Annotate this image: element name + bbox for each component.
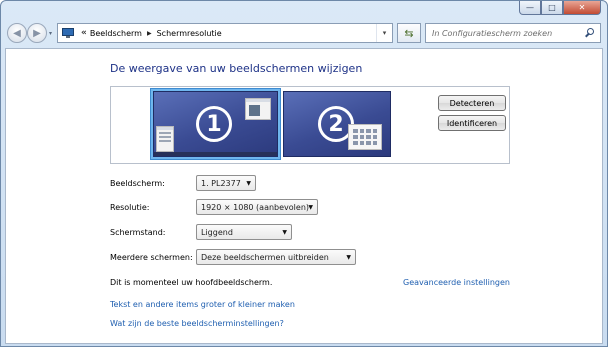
window-thumbnail-icon bbox=[245, 98, 271, 120]
multiple-displays-value: Deze beeldschermen uitbreiden bbox=[201, 252, 329, 262]
minimize-button[interactable]: — bbox=[519, 1, 541, 15]
display-dropdown[interactable]: 1. PL2377 ▼ bbox=[196, 175, 256, 191]
taskbar-thumbnail bbox=[154, 152, 277, 156]
main-display-note: Dit is momenteel uw hoofdbeeldscherm. bbox=[110, 278, 273, 287]
best-display-settings-link[interactable]: Wat zijn de beste beeldscherminstellinge… bbox=[110, 319, 284, 328]
maximize-button[interactable]: □ bbox=[541, 1, 563, 15]
chevron-down-icon: ▼ bbox=[246, 180, 251, 187]
close-button[interactable]: ✕ bbox=[563, 1, 601, 15]
resolution-setting-row: Resolutie: 1920 × 1080 (aanbevolen) ▼ bbox=[110, 199, 318, 215]
search-box[interactable] bbox=[425, 23, 601, 43]
window-thumbnail-icon bbox=[156, 126, 174, 152]
resolution-value: 1920 × 1080 (aanbevolen) bbox=[201, 202, 310, 212]
content-pane: De weergave van uw beeldschermen wijzige… bbox=[5, 48, 603, 344]
display-control-panel-icon bbox=[62, 27, 76, 39]
back-button[interactable]: ◀ bbox=[7, 23, 27, 43]
forward-button[interactable]: ▶ bbox=[27, 23, 47, 43]
grid-window-thumbnail-icon bbox=[348, 124, 382, 150]
breadcrumb-schermresolutie[interactable]: Schermresolutie bbox=[157, 29, 222, 38]
refresh-button[interactable]: ⇆ bbox=[397, 23, 421, 43]
search-icon[interactable] bbox=[585, 28, 595, 38]
back-arrow-icon: ◀ bbox=[13, 27, 21, 39]
recent-pages-button[interactable]: ▾ bbox=[49, 30, 52, 37]
window-frame: — □ ✕ ◀ ▶ ▾ « Beeldscherm ▶ Schermresolu… bbox=[0, 0, 608, 347]
monitor-number-badge: 1 bbox=[196, 106, 232, 142]
advanced-settings-link[interactable]: Geavanceerde instellingen bbox=[403, 278, 510, 287]
chevron-down-icon: ▼ bbox=[282, 229, 287, 236]
address-dropdown-button[interactable]: ▾ bbox=[376, 24, 392, 42]
orientation-value: Liggend bbox=[201, 227, 233, 237]
address-bar[interactable]: « Beeldscherm ▶ Schermresolutie ▾ bbox=[57, 23, 393, 43]
monitor-2[interactable]: 2 bbox=[283, 91, 391, 157]
resolution-dropdown[interactable]: 1920 × 1080 (aanbevolen) ▼ bbox=[196, 199, 318, 215]
multiple-displays-label: Meerdere schermen: bbox=[110, 252, 193, 262]
forward-arrow-icon: ▶ bbox=[33, 27, 41, 39]
display-setting-row: Beeldscherm: 1. PL2377 ▼ bbox=[110, 175, 256, 191]
orientation-dropdown[interactable]: Liggend ▼ bbox=[196, 224, 292, 240]
orientation-label: Schermstand: bbox=[110, 227, 166, 237]
caption-buttons: — □ ✕ bbox=[519, 1, 601, 15]
chevron-down-icon: ▼ bbox=[308, 204, 313, 211]
text-size-link[interactable]: Tekst en andere items groter of kleiner … bbox=[110, 300, 295, 309]
resolution-label: Resolutie: bbox=[110, 202, 150, 212]
orientation-setting-row: Schermstand: Liggend ▼ bbox=[110, 224, 292, 240]
multiple-displays-dropdown[interactable]: Deze beeldschermen uitbreiden ▼ bbox=[196, 249, 356, 265]
chevron-down-icon: ▼ bbox=[346, 254, 351, 261]
breadcrumb-separator-icon[interactable]: ▶ bbox=[147, 30, 152, 37]
identify-button[interactable]: Identificeren bbox=[438, 115, 506, 131]
monitor-1[interactable]: 1 bbox=[153, 91, 278, 157]
search-input[interactable] bbox=[432, 28, 582, 38]
breadcrumb-beeldscherm[interactable]: Beeldscherm bbox=[90, 29, 142, 38]
monitor-arrangement-panel: 1 2 Detecteren Identificeren bbox=[110, 86, 510, 164]
page-title: De weergave van uw beeldschermen wijzige… bbox=[110, 62, 363, 75]
detect-button[interactable]: Detecteren bbox=[438, 95, 506, 111]
display-label: Beeldscherm: bbox=[110, 178, 165, 188]
multiple-displays-setting-row: Meerdere schermen: Deze beeldschermen ui… bbox=[110, 249, 356, 265]
navigation-bar: ◀ ▶ ▾ « Beeldscherm ▶ Schermresolutie ▾ … bbox=[5, 21, 605, 45]
breadcrumb-overflow-icon[interactable]: « bbox=[81, 28, 87, 38]
display-value: 1. PL2377 bbox=[201, 178, 241, 188]
refresh-icon: ⇆ bbox=[404, 26, 414, 40]
